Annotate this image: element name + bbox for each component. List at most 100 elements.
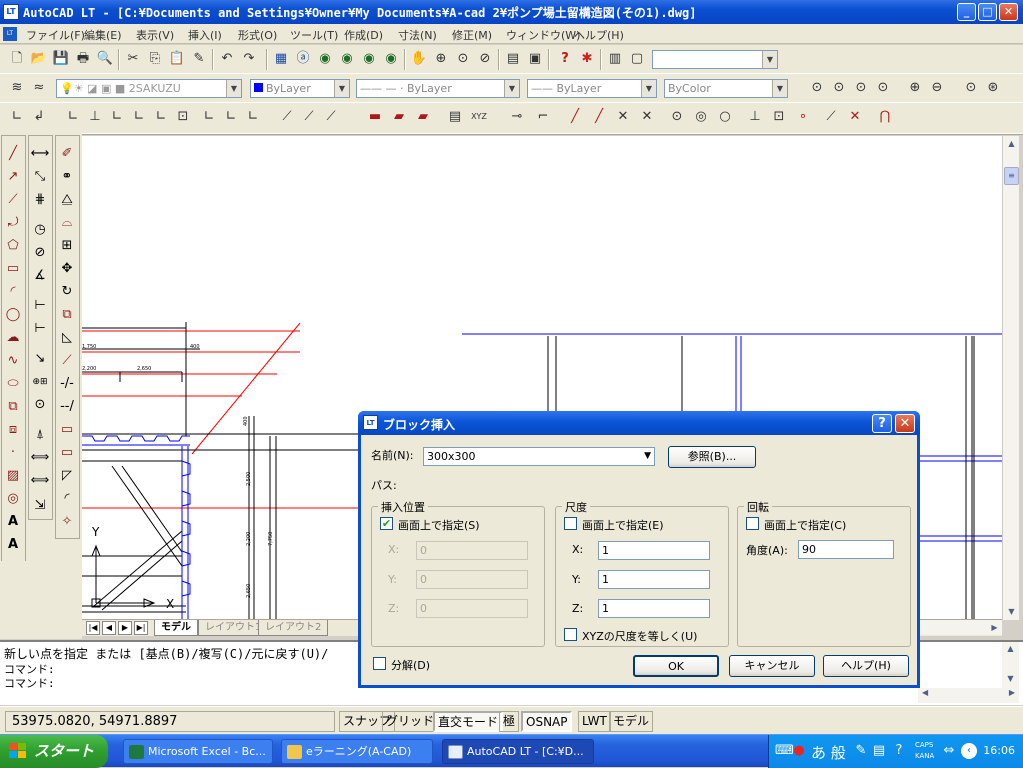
properties-icon[interactable]: ▤ — [504, 50, 522, 68]
viewport-icon[interactable]: ▢ — [628, 50, 646, 68]
line-icon[interactable]: ╱ — [2, 143, 24, 165]
menu-dimension[interactable]: 寸法(N) — [398, 27, 437, 43]
globe4-icon[interactable]: ◉ — [382, 50, 400, 68]
polar-toggle[interactable]: 極 — [499, 711, 520, 732]
snap-node-icon[interactable]: ∘ — [794, 108, 812, 126]
erase-icon[interactable]: ✐ — [56, 143, 78, 165]
menu-insert[interactable]: 挿入(I) — [188, 27, 222, 43]
dialog-help-text-button[interactable]: ヘルプ(H) — [823, 655, 909, 677]
grid-toggle[interactable]: グリッド — [382, 711, 439, 732]
fillet-icon[interactable]: ◜ — [56, 488, 78, 510]
print-icon[interactable]: 🖶 — [74, 50, 92, 68]
ellipse-icon[interactable]: ⬭ — [2, 373, 24, 395]
hatch-icon[interactable]: ▬ — [366, 108, 384, 126]
revcloud-icon[interactable]: ☁ — [2, 327, 24, 349]
globe-icon[interactable]: ◉ — [316, 50, 334, 68]
named-views-icon[interactable]: ▥ — [606, 50, 624, 68]
dim-continue-icon[interactable]: ⊢ — [29, 318, 51, 340]
text-left-icon[interactable]: A — [2, 534, 24, 556]
ime-icon[interactable]: ● — [791, 743, 807, 759]
mtext-icon[interactable]: A — [2, 511, 24, 533]
task-excel[interactable]: Microsoft Excel - Bc... — [123, 739, 273, 764]
stop-icon[interactable]: ✱ — [578, 50, 596, 68]
menu-edit[interactable]: 編集(E) — [84, 27, 122, 43]
snap-tangent-icon[interactable]: ○ — [716, 108, 734, 126]
open-icon[interactable]: 📂 — [30, 50, 48, 68]
xline-icon[interactable]: ⟋ — [2, 189, 24, 211]
extend-icon[interactable]: --/ — [56, 396, 78, 418]
ok-button[interactable]: OK — [633, 655, 719, 677]
trim-icon[interactable]: -/- — [56, 373, 78, 395]
ucs-origin-icon[interactable]: ∟ — [200, 108, 218, 126]
ucs-prev-icon[interactable]: ⊥ — [86, 108, 104, 126]
menu-format[interactable]: 形式(O) — [238, 27, 277, 43]
layer-prev-icon[interactable]: ≈ — [30, 79, 48, 97]
ucs-z-icon[interactable]: ∟ — [222, 108, 240, 126]
scale-y-field[interactable]: 1 — [598, 570, 710, 589]
snap-apparent-icon[interactable]: ✕ — [638, 108, 656, 126]
dim-aligned-left-icon[interactable]: ⤡ — [29, 166, 51, 188]
scale-x-field[interactable]: 1 — [598, 541, 710, 560]
dim-ordinate-icon[interactable]: ⋕ — [29, 189, 51, 211]
ucs-object-icon[interactable]: ∟ — [130, 108, 148, 126]
save-icon[interactable]: 💾 — [52, 50, 70, 68]
snap-quadrant-icon[interactable]: ◎ — [692, 108, 710, 126]
spline-icon[interactable]: ∿ — [2, 350, 24, 372]
leader-icon[interactable]: ↘ — [29, 348, 51, 370]
angle-field[interactable]: 90 — [798, 540, 894, 559]
uniform-scale-checkbox[interactable] — [564, 628, 577, 641]
xyz-icon[interactable]: XYZ — [470, 108, 488, 126]
tab-first-icon[interactable]: |◀ — [86, 621, 100, 635]
cut-icon[interactable]: ✂ — [124, 50, 142, 68]
browse-button[interactable]: 参照(B)... — [668, 446, 756, 468]
menu-window[interactable]: ウィンドウ(W) — [506, 27, 580, 43]
region-left-icon[interactable]: ◎ — [2, 488, 24, 510]
ime-toggle-icon[interactable]: ⇔ — [941, 743, 957, 759]
ime-mode[interactable]: あ 般 — [811, 742, 846, 763]
zoom-window2-icon[interactable]: ⊙ — [808, 79, 826, 97]
keyboard-icon[interactable]: ⌨ — [775, 743, 794, 759]
copy-icon[interactable]: ⎘ — [146, 50, 164, 68]
view-combo[interactable]: ▼ — [652, 50, 778, 69]
task-autocad[interactable]: AutoCAD LT - [C:¥D... — [442, 739, 594, 764]
menu-help[interactable]: ヘルプ(H) — [574, 27, 624, 43]
dim-update-icon[interactable]: ⟺ — [29, 470, 51, 492]
scroll-thumb[interactable]: ≡ — [1004, 167, 1019, 185]
tool-palette-icon[interactable]: ▣ — [526, 50, 544, 68]
copy-object-icon[interactable]: ⚭ — [56, 166, 78, 188]
menu-file[interactable]: ファイル(F) — [26, 27, 85, 43]
wipeout-icon[interactable]: ▰ — [414, 108, 432, 126]
snap-tracking-icon[interactable]: ⌐ — [534, 108, 552, 126]
insert-onscreen-checkbox[interactable]: ✔ — [380, 517, 393, 530]
dim-baseline-icon[interactable]: ⊢ — [29, 295, 51, 317]
array-icon[interactable]: ⊞ — [56, 235, 78, 257]
color-combo[interactable]: ByLayer ▼ — [250, 79, 350, 98]
mirror-icon[interactable]: ⧋ — [56, 189, 78, 211]
dialog-help-button[interactable]: ? — [872, 414, 892, 433]
web-icon[interactable]: ⓐ — [294, 50, 312, 68]
designcenter-icon[interactable]: ▦ — [272, 50, 290, 68]
scroll-up-icon[interactable]: ▲ — [1004, 136, 1019, 151]
plotstyle-combo[interactable]: ByColor ▼ — [664, 79, 788, 98]
zoom-all-icon[interactable]: ⊙ — [962, 79, 980, 97]
lineweight-combo[interactable]: —— ByLayer ▼ — [527, 79, 657, 98]
arc-icon[interactable]: ◜ — [2, 281, 24, 303]
dimstyle-icon[interactable]: ⇲ — [29, 495, 51, 517]
ucs-zrot-icon[interactable]: ⟋ — [322, 108, 340, 126]
zoom-center-icon[interactable]: ⊙ — [874, 79, 892, 97]
paste-icon[interactable]: 📋 — [168, 50, 186, 68]
insert-block-icon[interactable]: ⧉ — [2, 396, 24, 418]
globe2-icon[interactable]: ◉ — [338, 50, 356, 68]
minimize-button[interactable]: _ — [957, 3, 976, 21]
stretch-icon[interactable]: ◺ — [56, 327, 78, 349]
menu-modify[interactable]: 修正(M) — [452, 27, 492, 43]
menu-view[interactable]: 表示(V) — [136, 27, 174, 43]
snap-none-icon[interactable]: ✕ — [846, 108, 864, 126]
osnap-toggle[interactable]: OSNAP — [521, 711, 573, 732]
dim-linear-left-icon[interactable]: ⟷ — [29, 143, 51, 165]
hatch-left-icon[interactable]: ▨ — [2, 465, 24, 487]
dim-aligned-icon[interactable]: ↲ — [30, 108, 48, 126]
start-button[interactable]: スタート — [0, 735, 108, 768]
ucs-view-icon[interactable]: ⊡ — [174, 108, 192, 126]
dim-diameter-icon[interactable]: ⊘ — [29, 242, 51, 264]
